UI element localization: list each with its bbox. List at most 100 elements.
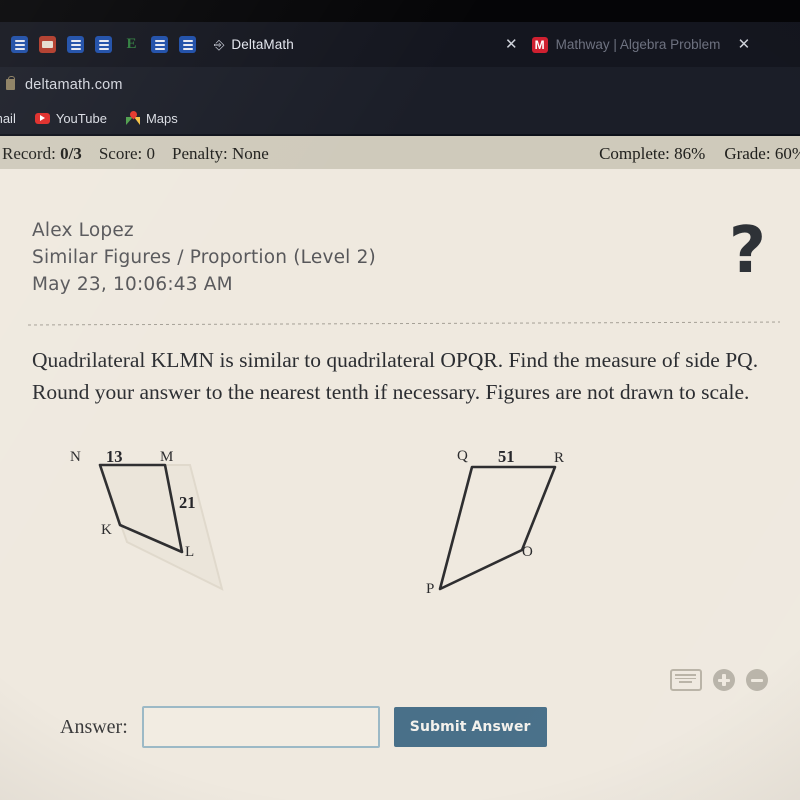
pinned-tab-7[interactable] bbox=[179, 36, 196, 53]
pinned-tab-glyph bbox=[98, 39, 109, 42]
bookmark-youtube[interactable]: YouTube bbox=[34, 110, 107, 126]
assignment-title: Similar Figures / Proportion (Level 2) bbox=[32, 247, 376, 268]
pinned-tab-glyph bbox=[70, 39, 81, 42]
quadrilateral-klmn: N M L K 13 21 bbox=[70, 447, 272, 612]
tab-group-right: ✕ M Mathway | Algebra Problem Sol ✕ bbox=[505, 22, 750, 67]
pinned-tab-glyph bbox=[14, 39, 25, 42]
penalty-stat: Penalty: None bbox=[172, 144, 269, 164]
bookmark-ribbon-icon: ⎆ bbox=[214, 36, 225, 52]
tab-list: E ⎆ DeltaMath bbox=[0, 22, 294, 67]
vertex-label-m: M bbox=[160, 449, 174, 465]
pinned-tab-glyph: E bbox=[126, 36, 137, 52]
tab-mathway[interactable]: M Mathway | Algebra Problem Sol bbox=[531, 36, 724, 53]
pinned-tab-glyph bbox=[154, 39, 165, 42]
answer-tools bbox=[670, 669, 768, 691]
close-icon[interactable]: ✕ bbox=[738, 37, 751, 52]
bookmarks-bar: mail YouTube Maps bbox=[0, 102, 800, 134]
klmn-ghost-outline bbox=[98, 464, 224, 591]
pinned-tab-glyph bbox=[98, 47, 109, 50]
browser-address-bar[interactable]: deltamath.com bbox=[0, 67, 800, 102]
tab-deltamath[interactable]: ⎆ DeltaMath bbox=[214, 37, 294, 53]
zoom-in-icon[interactable] bbox=[713, 669, 735, 691]
help-question-mark-icon[interactable]: ? bbox=[729, 219, 766, 283]
pinned-tab-glyph bbox=[42, 41, 53, 48]
submit-answer-button[interactable]: Submit Answer bbox=[393, 707, 547, 747]
pinned-tab-glyph bbox=[70, 47, 81, 50]
pinned-tab-glyph bbox=[182, 39, 193, 42]
answer-row: Answer: Submit Answer bbox=[60, 706, 547, 748]
complete-stat: Complete: 86% bbox=[599, 144, 705, 164]
record-stat: Record: 0/3 bbox=[2, 144, 82, 164]
answer-label: Answer: bbox=[60, 715, 128, 738]
lock-icon bbox=[6, 76, 15, 90]
pinned-tab-6[interactable] bbox=[151, 36, 168, 53]
address-bar-url: deltamath.com bbox=[25, 76, 123, 93]
score-value: 0 bbox=[146, 143, 156, 163]
answer-input[interactable] bbox=[141, 706, 380, 748]
browser-tab-strip: E ⎆ DeltaMath ✕ M Mathway | Algebra Prob bbox=[0, 22, 800, 67]
problem-page: Alex Lopez Similar Figures / Proportion … bbox=[0, 169, 800, 800]
bookmark-gmail-label: mail bbox=[0, 110, 16, 126]
tab-deltamath-label: DeltaMath bbox=[231, 37, 294, 52]
section-divider bbox=[28, 321, 780, 326]
bookmark-maps-label: Maps bbox=[145, 110, 178, 126]
opqr-outline bbox=[438, 465, 557, 591]
pinned-tab-5[interactable]: E bbox=[123, 36, 140, 53]
pinned-tab-1[interactable] bbox=[11, 36, 28, 53]
grade-stat: Grade: 60% bbox=[724, 144, 800, 164]
vertex-label-r: R bbox=[554, 450, 565, 466]
google-maps-icon bbox=[125, 109, 140, 125]
deltamath-status-bar: Record: 0/3 Score: 0 Penalty: None Compl… bbox=[0, 134, 800, 171]
penalty-label: Penalty: bbox=[172, 143, 228, 163]
status-left-group: Record: 0/3 Score: 0 Penalty: None bbox=[2, 144, 269, 164]
side-length-nm: 13 bbox=[106, 447, 123, 466]
grade-value: 60% bbox=[774, 143, 800, 163]
pinned-tab-glyph bbox=[98, 43, 109, 46]
record-label: Record: bbox=[2, 143, 56, 163]
penalty-value: None bbox=[231, 143, 269, 163]
question-text: Quadrilateral KLMN is similar to quadril… bbox=[32, 348, 759, 404]
keyboard-icon[interactable] bbox=[670, 669, 702, 691]
vertex-label-p: P bbox=[426, 581, 435, 597]
record-value: 0/3 bbox=[60, 143, 82, 163]
side-length-qr: 51 bbox=[498, 447, 515, 466]
pinned-tab-glyph bbox=[14, 47, 25, 50]
tab-mathway-label: Mathway | Algebra Problem Sol bbox=[555, 37, 724, 52]
score-stat: Score: 0 bbox=[99, 144, 155, 164]
screenshot-root: E ⎆ DeltaMath ✕ M Mathway | Algebra Prob bbox=[0, 0, 800, 800]
bookmark-maps[interactable]: Maps bbox=[125, 109, 178, 126]
youtube-icon bbox=[34, 112, 50, 124]
pinned-tab-glyph bbox=[154, 43, 165, 46]
pinned-tab-glyph bbox=[70, 43, 81, 46]
complete-label: Complete: bbox=[599, 143, 670, 163]
window-top-edge bbox=[0, 0, 800, 22]
complete-value: 86% bbox=[674, 143, 706, 163]
figures-container: N M L K 13 21 Q R O P 51 bbox=[0, 447, 800, 612]
grade-label: Grade: bbox=[724, 143, 771, 163]
vertex-label-q: Q bbox=[457, 448, 468, 464]
status-right-group: Complete: 86% Grade: 60% bbox=[599, 144, 800, 164]
side-length-ml: 21 bbox=[179, 493, 196, 512]
zoom-out-icon[interactable] bbox=[746, 669, 768, 691]
student-name: Alex Lopez bbox=[32, 220, 134, 241]
pinned-tab-2[interactable] bbox=[39, 36, 56, 53]
quadrilateral-opqr: Q R O P 51 bbox=[426, 447, 630, 612]
pinned-tab-glyph bbox=[154, 47, 165, 50]
opqr-svg bbox=[438, 465, 557, 591]
assignment-timestamp: May 23, 10:06:43 AM bbox=[32, 274, 233, 295]
assignment-meta: Alex Lopez Similar Figures / Proportion … bbox=[32, 217, 376, 298]
pinned-tab-glyph bbox=[14, 43, 25, 46]
vertex-label-o: O bbox=[522, 544, 533, 560]
bookmark-gmail[interactable]: mail bbox=[0, 111, 16, 126]
vertex-label-k: K bbox=[101, 522, 112, 538]
pinned-tab-3[interactable] bbox=[67, 36, 84, 53]
pinned-tab-4[interactable] bbox=[95, 36, 112, 53]
vertex-label-n: N bbox=[70, 449, 81, 465]
close-icon[interactable]: ✕ bbox=[505, 37, 518, 52]
score-label: Score: bbox=[98, 143, 143, 163]
pinned-tab-glyph bbox=[182, 43, 193, 46]
mathway-favicon-icon: M bbox=[531, 36, 548, 53]
vertex-label-l: L bbox=[185, 544, 195, 560]
bookmark-youtube-label: YouTube bbox=[55, 110, 107, 126]
pinned-tab-glyph bbox=[182, 47, 193, 50]
